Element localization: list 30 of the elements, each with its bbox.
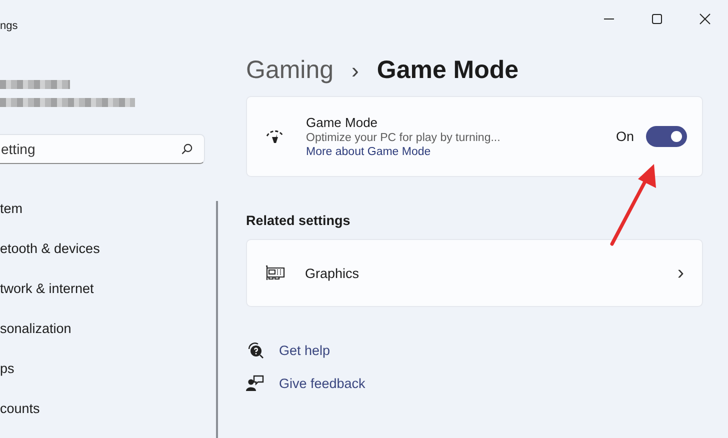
maximize-icon[interactable]: [651, 13, 663, 25]
feedback-link[interactable]: Give feedback: [279, 376, 366, 390]
sidebar-item[interactable]: twork & internet: [0, 281, 104, 321]
graphics-setting-row[interactable]: Graphics ›: [246, 239, 703, 307]
breadcrumb-separator: ›: [352, 58, 359, 84]
page-title: Game Mode: [376, 56, 519, 85]
graphics-card-icon: [265, 265, 285, 281]
toggle-switch[interactable]: [646, 126, 687, 147]
help-icon: [246, 341, 264, 359]
setting-title: Game Mode: [306, 115, 378, 130]
close-icon[interactable]: [699, 13, 711, 25]
window-title: ngs: [0, 20, 18, 32]
sidebar-item[interactable]: ps: [0, 361, 24, 401]
scrollbar[interactable]: [216, 201, 218, 438]
search-icon: [181, 143, 193, 155]
chevron-icon: ›: [677, 262, 684, 284]
feedback-icon: [246, 374, 264, 392]
sidebar-item[interactable]: sonalization: [0, 321, 82, 361]
speedometer-icon: [265, 130, 285, 144]
help-link[interactable]: Get help: [279, 342, 330, 358]
section-heading: Related settings: [246, 213, 350, 230]
search-field[interactable]: etting: [0, 134, 205, 164]
setting-description: Optimize your PC for play by turning...: [306, 132, 500, 144]
sidebar-item[interactable]: tem: [0, 201, 33, 241]
sidebar-item[interactable]: counts: [0, 401, 50, 438]
toggle-state-label: On: [616, 129, 634, 144]
learn-more-link[interactable]: More about Game Mode: [306, 146, 431, 158]
sidebar-item[interactable]: etooth & devices: [0, 241, 110, 281]
setting-label: Graphics: [305, 266, 360, 280]
breadcrumb-link[interactable]: Gaming: [246, 56, 334, 85]
